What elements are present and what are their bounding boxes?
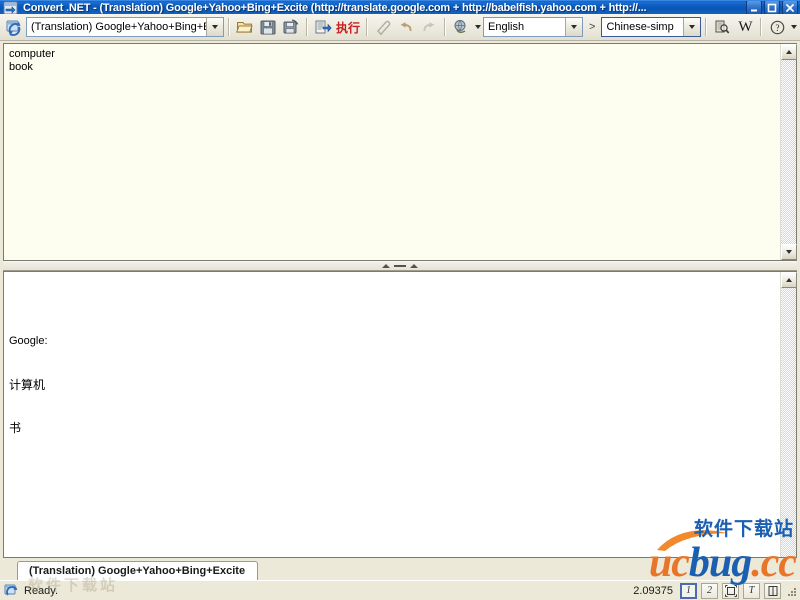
help-dropdown-arrow[interactable] — [789, 16, 798, 38]
scroll-up-arrow[interactable] — [781, 44, 797, 61]
open-folder-icon[interactable] — [234, 16, 256, 38]
toolbar-separator — [705, 18, 708, 37]
svg-text:?: ? — [775, 23, 779, 33]
splitter-collapse-up[interactable] — [382, 264, 390, 269]
window-controls — [746, 1, 798, 15]
result-spacer — [9, 494, 775, 509]
target-language-arrow[interactable] — [683, 18, 701, 37]
status-bar: Ready. 2.09375 1 2 T — [0, 580, 800, 600]
language-dropdown-arrow[interactable] — [473, 16, 482, 38]
refresh-convert-icon[interactable] — [3, 16, 25, 38]
profile-combo-arrow[interactable] — [206, 18, 223, 37]
toolbar-separator — [366, 18, 369, 37]
layout-box-icon[interactable] — [722, 582, 739, 599]
help-question-icon[interactable]: ? — [766, 16, 788, 38]
tab-translation[interactable]: (Translation) Google+Yahoo+Bing+Excite — [16, 561, 259, 580]
window-title: Convert .NET - (Translation) Google+Yaho… — [23, 1, 647, 14]
split-view-icon[interactable] — [764, 582, 781, 599]
pane-splitter[interactable] — [3, 261, 797, 272]
status-message: Ready. — [24, 584, 59, 597]
source-text-editor[interactable]: computer book — [4, 44, 780, 261]
main-toolbar: (Translation) Google+Yahoo+Bing+E 执行 Eng… — [0, 14, 800, 42]
status-convert-icon — [4, 583, 20, 599]
scroll-up-arrow[interactable] — [781, 272, 797, 289]
scroll-down-arrow[interactable] — [781, 244, 797, 261]
source-language-value: English — [488, 21, 525, 34]
triangle-up-icon — [786, 50, 792, 55]
execute-arrow-icon[interactable] — [312, 16, 334, 38]
app-convert-icon — [3, 1, 19, 15]
execute-label[interactable]: 执行 — [336, 19, 360, 36]
status-value: 2.09375 — [633, 584, 673, 597]
source-vertical-scrollbar[interactable] — [780, 44, 797, 261]
document-tabstrip: (Translation) Google+Yahoo+Bing+Excite — [3, 560, 797, 580]
chevron-down-icon — [689, 25, 696, 30]
result-block: Yahoo: 计算机书 — [9, 537, 775, 557]
minimize-button[interactable] — [746, 1, 762, 15]
translation-results-editor[interactable]: Google: 计算机 书 Yahoo: 计算机书 Bing: 计算机书 — [4, 272, 780, 557]
application-window: Convert .NET - (Translation) Google+Yaho… — [0, 0, 800, 600]
source-language-combo[interactable]: English — [483, 17, 584, 38]
result-line: 书 — [9, 421, 22, 436]
triangle-down-icon — [786, 250, 792, 255]
redo-arrow-icon[interactable] — [418, 16, 440, 38]
maximize-button[interactable] — [764, 1, 780, 15]
target-language-value: Chinese-simp — [606, 21, 674, 34]
chevron-down-icon — [474, 25, 481, 30]
resize-grip[interactable] — [786, 584, 798, 598]
source-language-arrow[interactable] — [565, 18, 583, 37]
globe-language-icon[interactable] — [450, 16, 472, 38]
eraser-icon[interactable] — [372, 16, 394, 38]
profile-combo-value: (Translation) Google+Yahoo+Bing+E — [31, 21, 206, 34]
save-as-icon[interactable] — [280, 16, 302, 38]
triangle-up-icon — [786, 278, 792, 283]
wikipedia-button[interactable]: W — [734, 16, 756, 38]
toolbar-separator — [444, 18, 447, 37]
splitter-handle[interactable] — [394, 265, 406, 268]
splitter-collapse-down[interactable] — [410, 264, 418, 269]
profile-combo[interactable]: (Translation) Google+Yahoo+Bing+E — [26, 17, 224, 38]
result-line: 计算机 — [9, 377, 46, 392]
view-mode-1-button[interactable]: 1 — [680, 582, 697, 599]
text-mode-icon[interactable]: T — [743, 582, 760, 599]
chevron-down-icon — [212, 25, 218, 30]
view-mode-2-button[interactable]: 2 — [701, 582, 718, 599]
undo-arrow-icon[interactable] — [395, 16, 417, 38]
result-block: Google: 计算机 书 — [9, 305, 775, 465]
direction-glyph: > — [589, 21, 596, 34]
scrollbar-track[interactable] — [781, 60, 796, 245]
save-floppy-icon[interactable] — [257, 16, 279, 38]
chevron-down-icon — [571, 25, 578, 30]
chevron-down-icon — [790, 25, 797, 30]
toolbar-separator — [228, 18, 230, 37]
dictionary-lookup-icon[interactable] — [711, 16, 733, 38]
scrollbar-track[interactable] — [781, 288, 796, 557]
results-pane: Google: 计算机 书 Yahoo: 计算机书 Bing: 计算机书 — [3, 271, 797, 558]
title-bar: Convert .NET - (Translation) Google+Yaho… — [0, 0, 800, 15]
client-area: computer book Google: 计算机 书 (Translation… — [0, 41, 800, 580]
result-engine-label: Google: — [9, 335, 48, 348]
toolbar-separator — [306, 18, 308, 37]
results-vertical-scrollbar[interactable] — [780, 272, 797, 557]
toolbar-separator — [760, 18, 763, 37]
close-button[interactable] — [782, 1, 798, 15]
source-pane: computer book — [3, 43, 797, 262]
target-language-combo[interactable]: Chinese-simp — [601, 17, 702, 38]
